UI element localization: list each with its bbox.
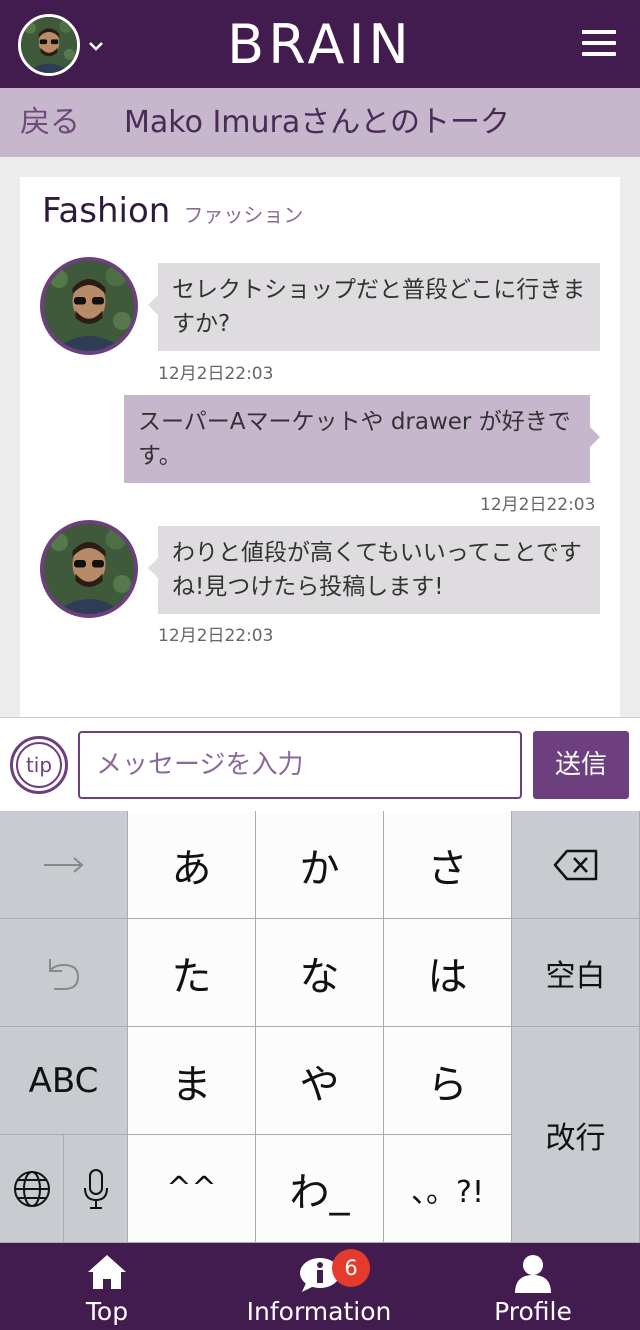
nav-profile[interactable]: Profile <box>478 1243 588 1330</box>
topic-heading: Fashion ファッション <box>42 191 303 231</box>
app-logo: BRAIN <box>227 13 413 76</box>
topic-title: Fashion <box>42 191 171 231</box>
key-punctuation[interactable]: 、。?! <box>384 1135 512 1243</box>
back-button[interactable]: 戻る <box>20 104 80 142</box>
message-time: 12月2日22:03 <box>480 495 596 515</box>
key-a[interactable]: あ <box>128 811 256 919</box>
bottom-navigation: Top 6 Information Profile <box>0 1243 640 1330</box>
key-ha[interactable]: は <box>384 919 512 1027</box>
key-ra[interactable]: ら <box>384 1027 512 1135</box>
app-header: BRAIN <box>0 0 640 88</box>
nav-label-information: Information <box>246 1297 392 1326</box>
partner-avatar[interactable] <box>40 257 138 355</box>
microphone-icon <box>83 1168 108 1209</box>
message-bubble-incoming: セレクトショップだと普段どこに行きますか? <box>148 263 600 351</box>
key-na[interactable]: な <box>256 919 384 1027</box>
message-input[interactable] <box>78 731 522 799</box>
space-key[interactable]: 空白 <box>512 919 640 1027</box>
delete-key[interactable] <box>512 811 640 919</box>
partner-avatar[interactable] <box>40 520 138 618</box>
message-bubble-outgoing: スーパーAマーケットや drawer が好きです。 <box>124 395 600 483</box>
nav-top[interactable]: Top <box>42 1243 172 1330</box>
globe-icon <box>13 1170 50 1207</box>
topic-subtitle: ファッション <box>183 203 304 227</box>
chat-panel: Fashion ファッション セレクトショップだと普段どこに行きますか? 12月… <box>20 177 620 717</box>
backspace-icon <box>553 849 597 880</box>
message-time: 12月2日22:03 <box>158 364 274 384</box>
nav-information[interactable]: 6 Information <box>236 1243 402 1330</box>
conversation-bar: 戻る Mako Imuraさんとのトーク <box>0 88 640 157</box>
key-emoticon[interactable]: ^^ <box>128 1135 256 1243</box>
key-wa[interactable]: わ_ <box>256 1135 384 1243</box>
nav-label-profile: Profile <box>494 1297 572 1326</box>
tip-label: tip <box>16 742 62 788</box>
key-sa[interactable]: さ <box>384 811 512 919</box>
japanese-keyboard: あ か さ た な は 空白 ABC ま や ら 改行 ^^ わ_ 、。?! <box>0 811 640 1243</box>
abc-key[interactable]: ABC <box>0 1027 128 1135</box>
key-ta[interactable]: た <box>128 919 256 1027</box>
message-input-bar: tip 送信 <box>0 717 640 811</box>
undo-key[interactable] <box>0 919 128 1027</box>
send-button[interactable]: 送信 <box>533 731 629 799</box>
key-ya[interactable]: や <box>256 1027 384 1135</box>
key-ma[interactable]: ま <box>128 1027 256 1135</box>
return-key[interactable]: 改行 <box>512 1027 640 1243</box>
notification-badge: 6 <box>332 1249 370 1287</box>
arrow-right-key[interactable] <box>0 811 128 919</box>
nav-label-top: Top <box>85 1297 129 1326</box>
person-icon <box>515 1255 551 1293</box>
hamburger-menu-icon[interactable] <box>582 30 616 56</box>
microphone-key[interactable] <box>64 1135 128 1243</box>
undo-icon <box>48 958 79 990</box>
home-icon <box>88 1255 126 1289</box>
key-ka[interactable]: か <box>256 811 384 919</box>
conversation-title: Mako Imuraさんとのトーク <box>124 105 510 140</box>
message-bubble-incoming: わりと値段が高くてもいいってことですね!見つけたら投稿します! <box>148 526 600 614</box>
arrow-right-icon <box>43 856 84 873</box>
tip-button[interactable]: tip <box>10 736 68 794</box>
message-time: 12月2日22:03 <box>158 626 274 646</box>
globe-key[interactable] <box>0 1135 64 1243</box>
